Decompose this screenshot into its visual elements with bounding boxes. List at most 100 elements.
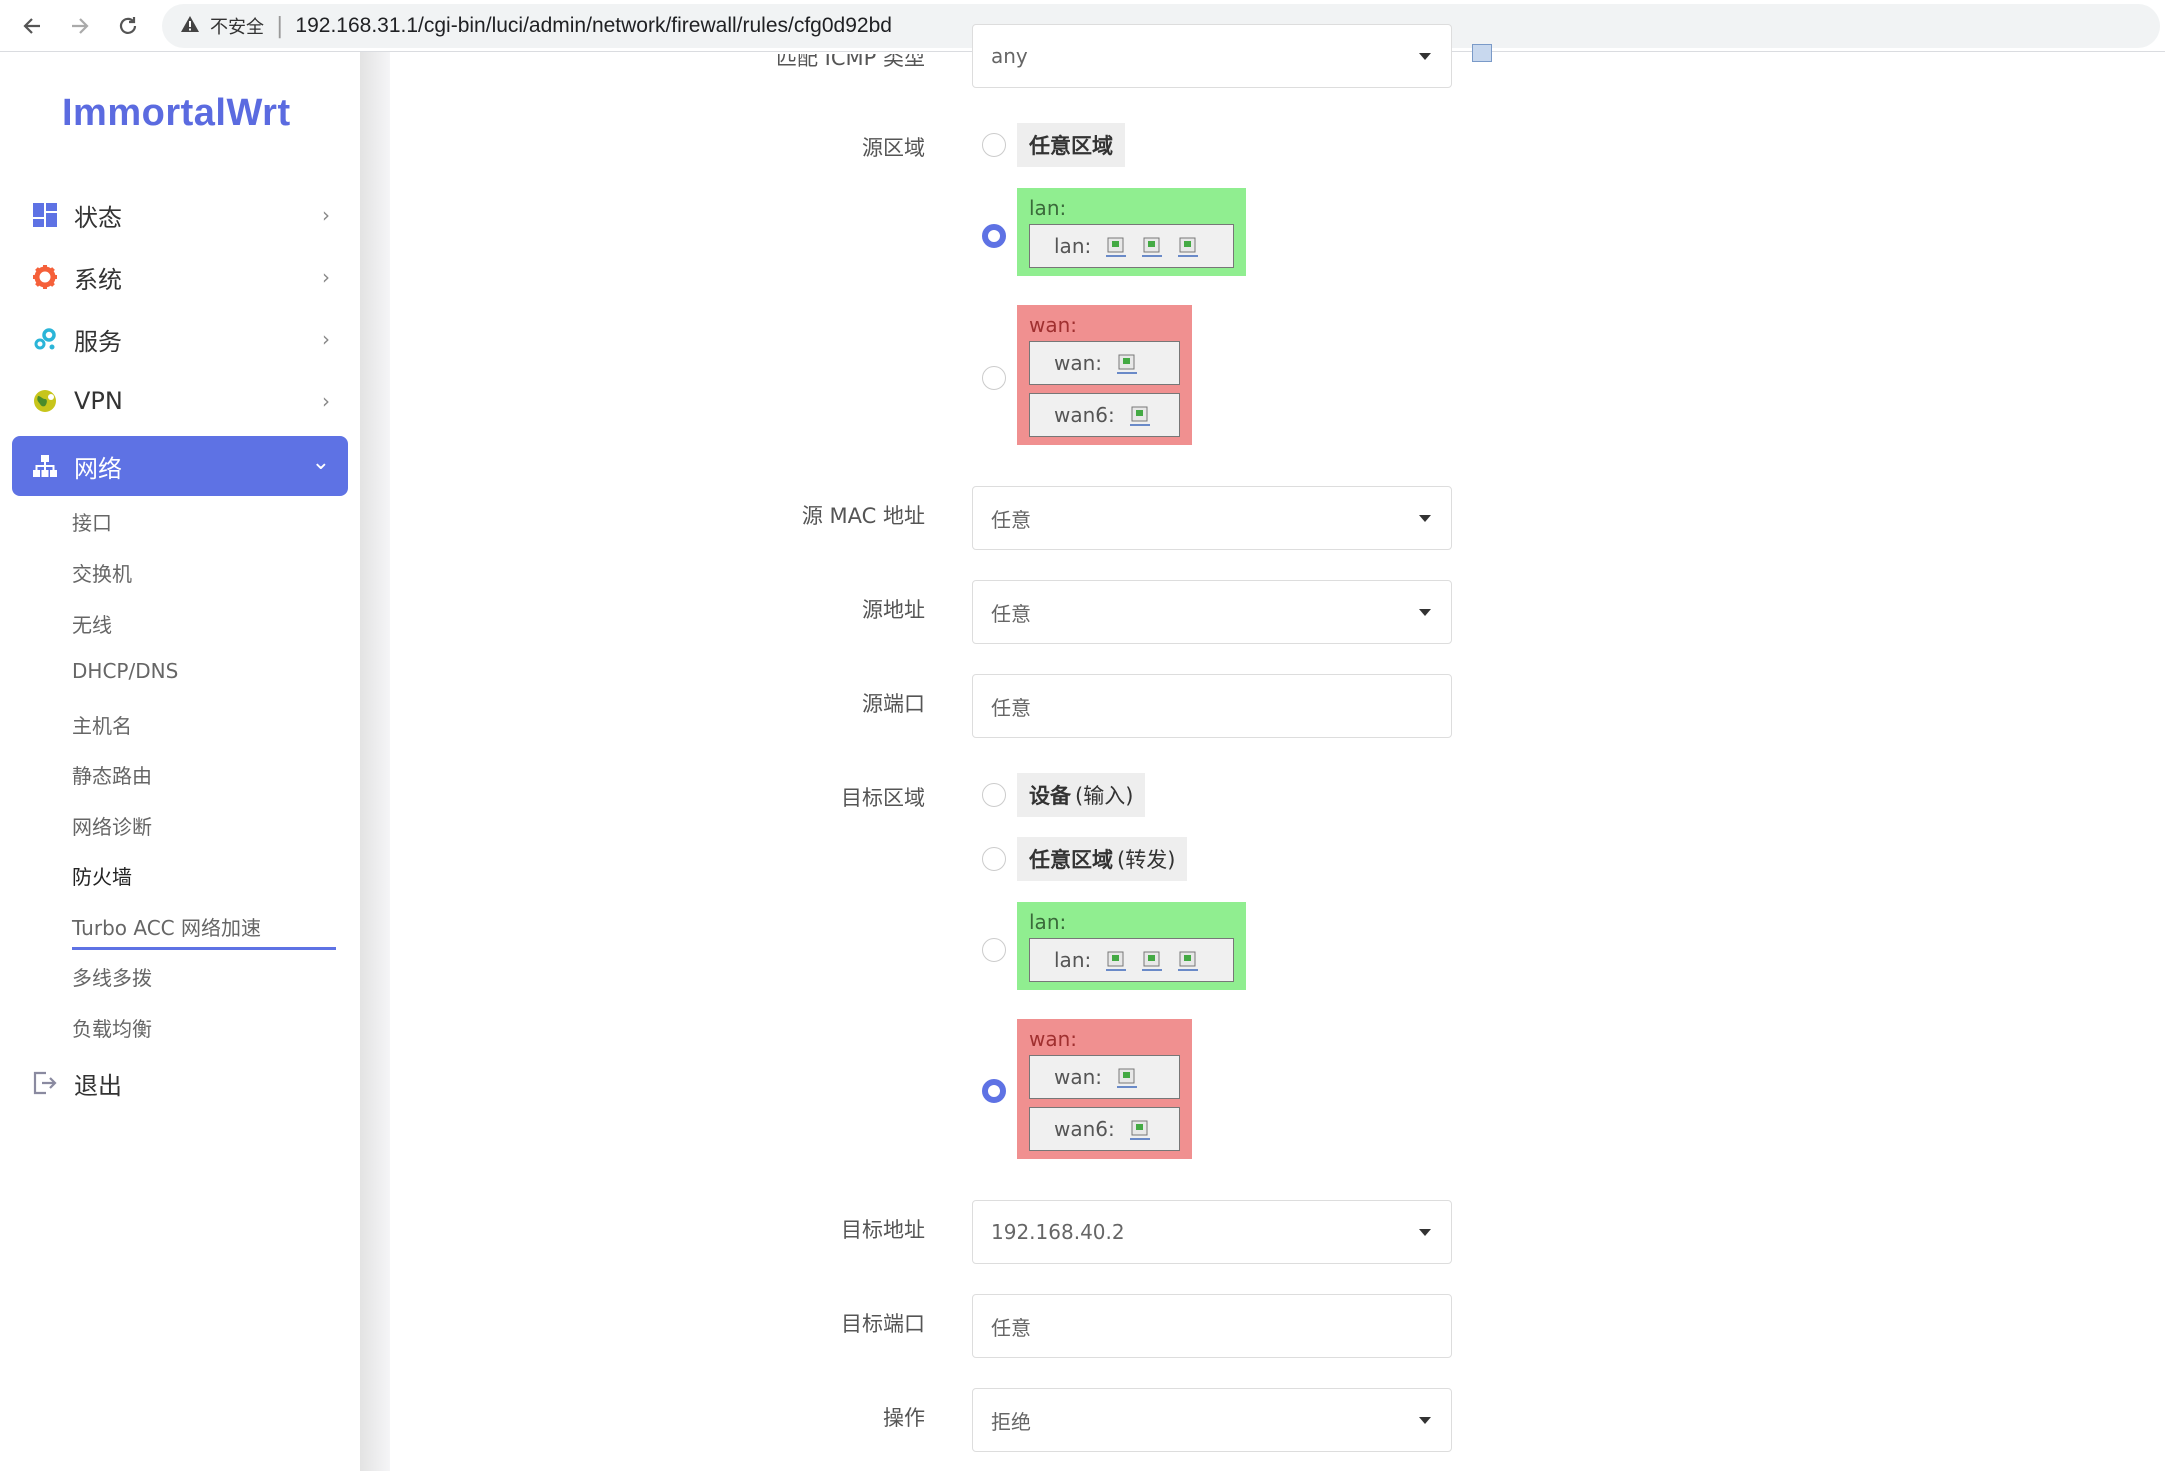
security-label[interactable]: 不安全 (210, 13, 264, 39)
menu-label: 服务 (74, 327, 122, 356)
menu-item-system[interactable]: 系统 › (12, 247, 348, 307)
dest-zone-radio-wan[interactable] (982, 1079, 1006, 1103)
icmp-type-select[interactable]: any (972, 24, 1452, 88)
source-mac-select[interactable]: 任意 (972, 486, 1452, 550)
wan-device-label: wan: (1054, 351, 1103, 375)
dest-wan-zone-badge[interactable]: wan: wan: wan6: (1017, 1019, 1192, 1159)
network-port-icon (1141, 950, 1163, 971)
source-address-label: 源地址 (862, 598, 925, 622)
submenu-item-diagnostics[interactable]: 网络诊断 (72, 811, 152, 840)
network-port-icon (1116, 353, 1138, 374)
network-port-icon (1129, 1119, 1151, 1140)
device-input-chip[interactable]: 设备 (输入) (1017, 773, 1146, 817)
wan-zone-badge[interactable]: wan: wan: wan6: (1017, 305, 1192, 445)
lan-zone-title: lan: (1029, 910, 1067, 934)
network-port-icon (1116, 1067, 1138, 1088)
menu-label: VPN (74, 387, 123, 415)
lan-device-label: lan: (1054, 948, 1092, 972)
submenu-item-interfaces[interactable]: 接口 (72, 507, 112, 536)
list-edit-icon[interactable] (1472, 44, 1492, 62)
menu-item-status[interactable]: 状态 › (12, 185, 348, 245)
submenu-item-hostnames[interactable]: 主机名 (72, 710, 132, 739)
chevron-right-icon: › (322, 389, 330, 413)
destination-port-value: 任意 (991, 1315, 1031, 1340)
caret-down-icon (1419, 609, 1431, 616)
dest-lan-zone-badge[interactable]: lan: lan: (1017, 902, 1246, 990)
network-port-icon (1129, 405, 1151, 426)
source-zone-radio-lan[interactable] (982, 224, 1006, 248)
dest-zone-radio-any[interactable] (982, 847, 1006, 871)
url-text[interactable]: 192.168.31.1/cgi-bin/luci/admin/network/… (295, 14, 892, 38)
chevron-right-icon: › (322, 327, 330, 351)
caret-down-icon (1419, 53, 1431, 60)
destination-port-input[interactable]: 任意 (972, 1294, 1452, 1358)
wan-zone-title: wan: (1029, 1027, 1078, 1051)
menu-item-vpn[interactable]: VPN › (12, 371, 348, 431)
submenu-item-switch[interactable]: 交换机 (72, 558, 132, 587)
dest-zone-radio-device[interactable] (982, 783, 1006, 807)
menu-label: 系统 (74, 265, 122, 294)
destination-address-value: 192.168.40.2 (991, 1220, 1125, 1244)
chevron-down-icon: ⌄ (311, 450, 330, 475)
lan-device-chip: lan: (1029, 224, 1234, 268)
source-zone-radio-wan[interactable] (982, 366, 1006, 390)
menu-item-services[interactable]: 服务 › (12, 309, 348, 369)
submenu-item-firewall[interactable]: 防火墙 (72, 861, 132, 890)
icmp-type-value: any (991, 44, 1028, 68)
network-port-icon (1177, 950, 1199, 971)
submenu-item-dhcp-dns[interactable]: DHCP/DNS (72, 659, 178, 683)
wan-device-label: wan: (1054, 1065, 1103, 1089)
gear-icon (30, 262, 60, 292)
reload-icon[interactable] (110, 8, 146, 44)
chevron-right-icon: › (322, 265, 330, 289)
caret-down-icon (1419, 1229, 1431, 1236)
dest-zone-radio-lan[interactable] (982, 938, 1006, 962)
sidebar-divider (360, 52, 390, 1471)
any-zone-chip[interactable]: 任意区域 (1017, 123, 1125, 167)
device-note: (输入) (1075, 784, 1134, 808)
wan6-device-label: wan6: (1054, 1117, 1115, 1141)
action-value: 拒绝 (991, 1409, 1031, 1434)
source-port-value: 任意 (991, 695, 1031, 720)
menu-item-logout[interactable]: 退出 (12, 1053, 348, 1113)
lan-zone-badge[interactable]: lan: lan: (1017, 188, 1246, 276)
sitemap-icon (30, 451, 60, 481)
submenu-item-wireless[interactable]: 无线 (72, 609, 112, 638)
wan6-device-chip: wan6: (1029, 1107, 1180, 1151)
network-port-icon (1105, 236, 1127, 257)
wan6-device-chip: wan6: (1029, 393, 1180, 437)
action-select[interactable]: 拒绝 (972, 1388, 1452, 1452)
action-label: 操作 (883, 1406, 925, 1430)
dashboard-icon (30, 200, 60, 230)
logout-icon (30, 1068, 60, 1098)
warning-icon (180, 15, 200, 38)
menu-item-network[interactable]: 网络 ⌄ (12, 436, 348, 496)
source-port-label: 源端口 (862, 692, 925, 716)
source-address-select[interactable]: 任意 (972, 580, 1452, 644)
submenu-item-static-routes[interactable]: 静态路由 (72, 760, 152, 789)
logo[interactable]: ImmortalWrt (62, 92, 291, 135)
source-address-value: 任意 (991, 601, 1031, 626)
network-port-icon (1141, 236, 1163, 257)
submenu-item-turbo-acc[interactable]: Turbo ACC 网络加速 (72, 912, 261, 941)
chevron-right-icon: › (322, 203, 330, 227)
source-port-input[interactable]: 任意 (972, 674, 1452, 738)
submenu-item-load-balance[interactable]: 负载均衡 (72, 1013, 152, 1042)
any-zone-forward-note: (转发) (1117, 848, 1176, 872)
source-mac-label: 源 MAC 地址 (801, 504, 925, 528)
network-port-icon (1105, 950, 1127, 971)
forward-arrow-icon[interactable] (62, 8, 98, 44)
wan6-device-label: wan6: (1054, 403, 1115, 427)
back-arrow-icon[interactable] (14, 8, 50, 44)
source-zone-radio-any[interactable] (982, 133, 1006, 157)
lan-zone-title: lan: (1029, 196, 1067, 220)
destination-address-select[interactable]: 192.168.40.2 (972, 1200, 1452, 1264)
wan-zone-title: wan: (1029, 313, 1078, 337)
menu-label: 退出 (74, 1071, 122, 1100)
url-separator: | (276, 13, 284, 39)
menu-label: 网络 (74, 454, 122, 483)
caret-down-icon (1419, 515, 1431, 522)
menu-label: 状态 (74, 203, 122, 232)
submenu-item-multiwan[interactable]: 多线多拨 (72, 962, 152, 991)
any-zone-forward-chip[interactable]: 任意区域 (转发) (1017, 837, 1188, 881)
